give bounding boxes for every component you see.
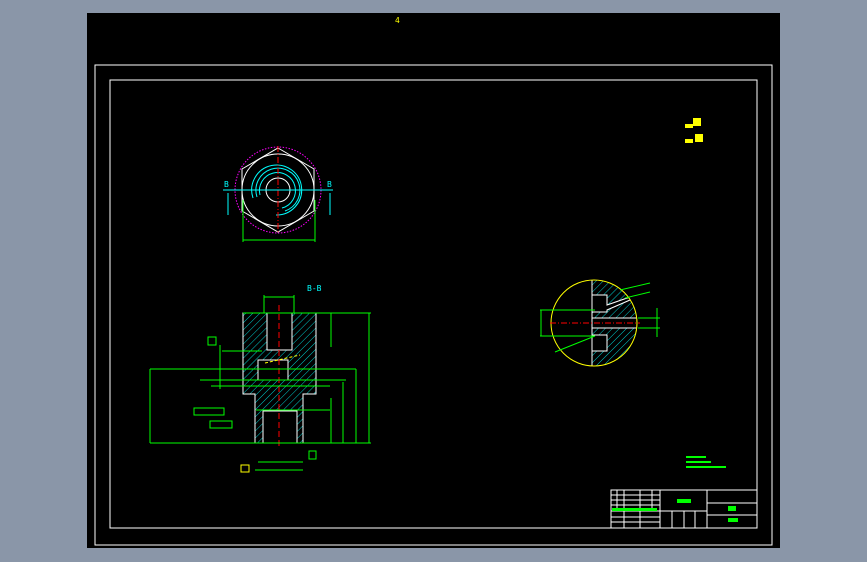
outer-frame [94,64,773,546]
detail-view [540,279,660,367]
cad-drawing: 4 B B B-B [94,16,773,546]
layout-marker: 4 [395,16,400,25]
surface-finish-notes [685,118,703,143]
section-title: B-B [307,284,322,293]
technical-notes [686,456,726,468]
section-mark-right: B [327,180,332,189]
top-view: B B [223,146,333,242]
section-mark-left: B [224,180,229,189]
inner-frame [109,79,758,529]
section-view: B-B [149,284,371,473]
